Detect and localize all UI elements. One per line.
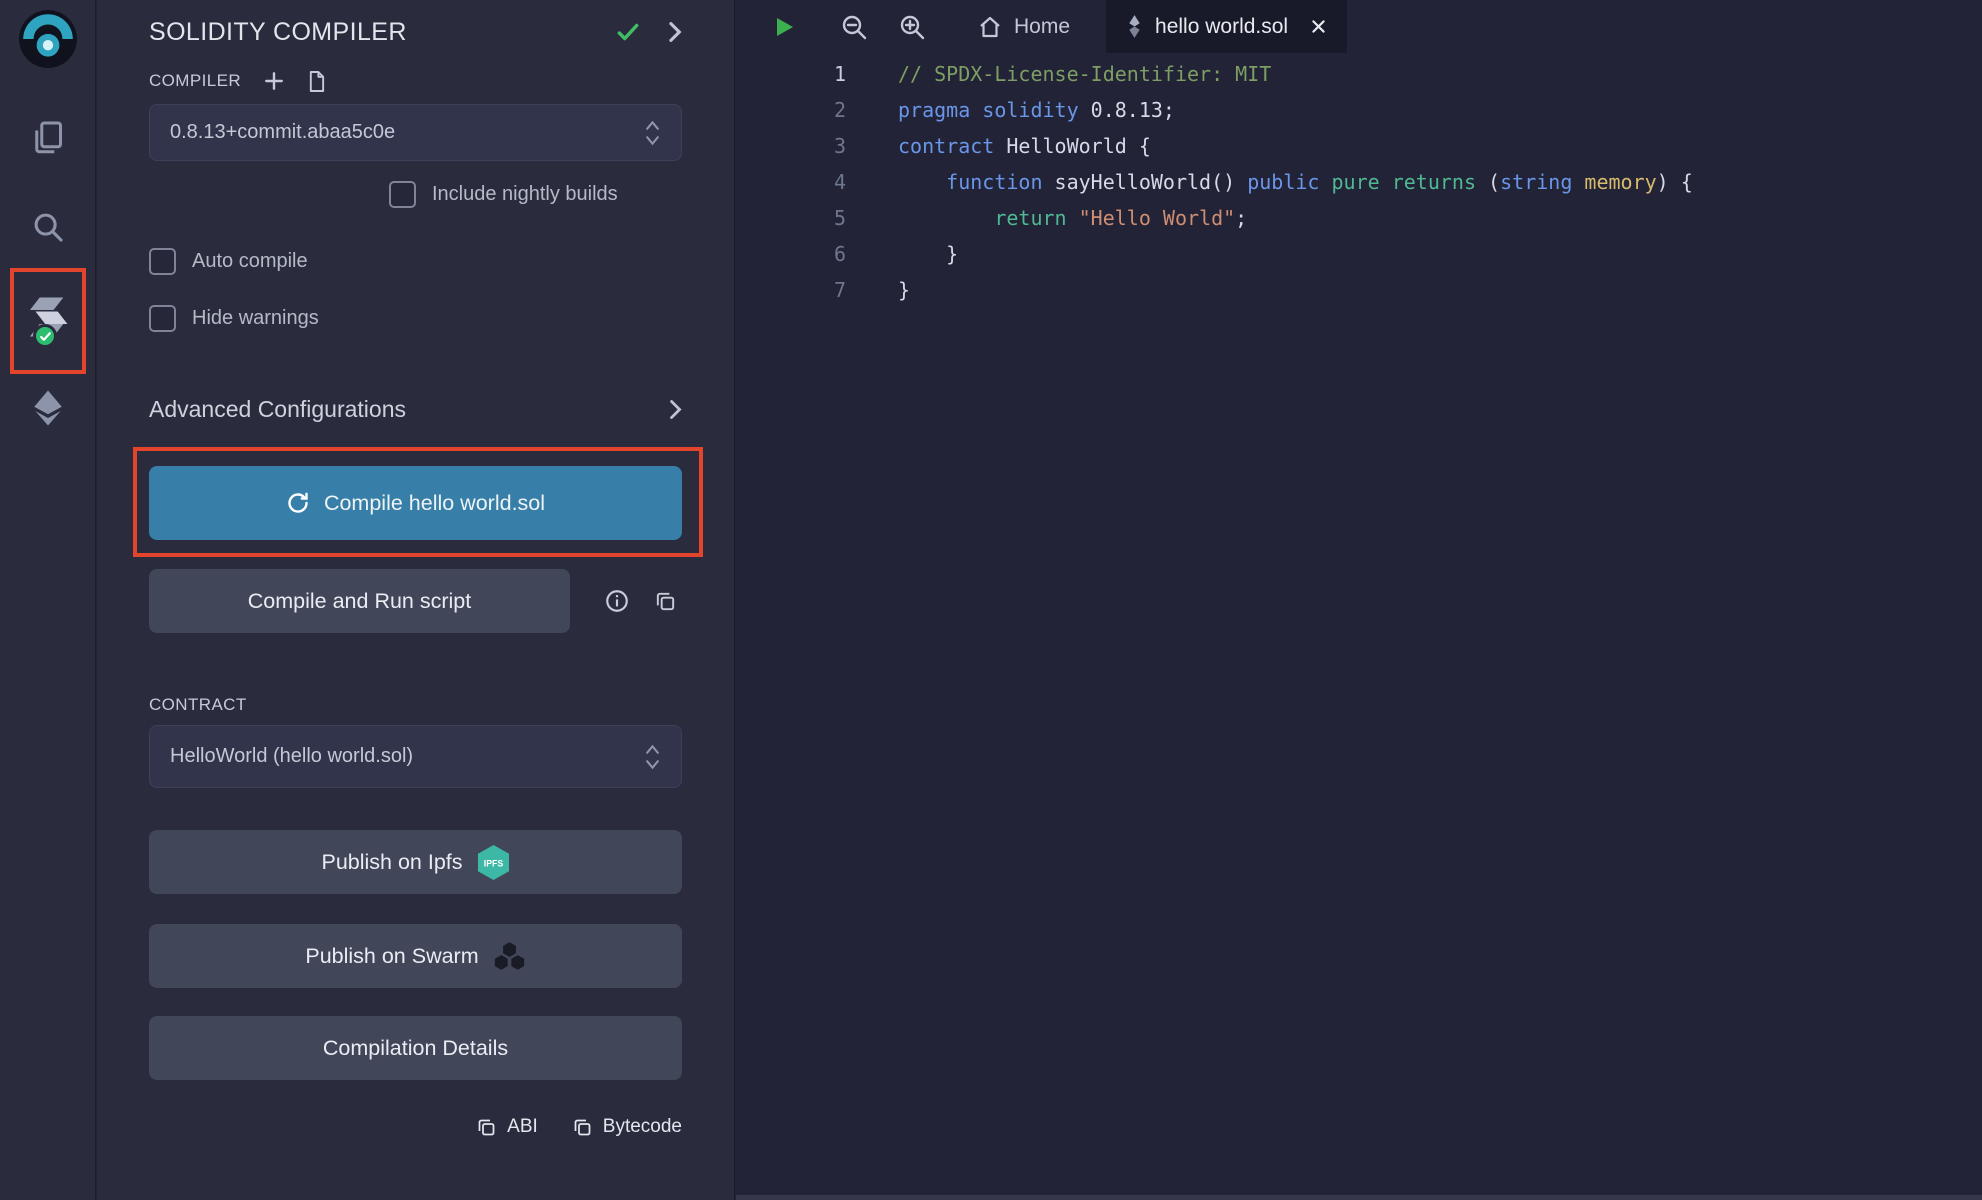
code-line[interactable]: 3contract HelloWorld { [736, 128, 1982, 164]
remix-ide-window: SOLIDITY COMPILER COMPILER 0.8.13+comm [0, 0, 1982, 1200]
home-icon [978, 15, 1002, 39]
panel-header: SOLIDITY COMPILER [149, 0, 682, 52]
hide-warnings-checkbox[interactable]: Hide warnings [149, 305, 682, 332]
advanced-configurations-label: Advanced Configurations [149, 396, 406, 423]
compile-success-badge [33, 324, 57, 348]
code-line[interactable]: 5 return "Hello World"; [736, 200, 1982, 236]
file-explorer-icon[interactable] [0, 118, 96, 158]
checkbox-box [389, 181, 416, 208]
zoom-in-icon[interactable] [898, 13, 926, 41]
search-icon[interactable] [0, 208, 96, 246]
publish-swarm-label: Publish on Swarm [305, 944, 478, 969]
copy-bytecode-button[interactable]: Bytecode [572, 1116, 682, 1138]
code-line-content: function sayHelloWorld() public pure ret… [846, 164, 1693, 200]
panel-title: SOLIDITY COMPILER [149, 18, 615, 47]
bytecode-label: Bytecode [603, 1116, 682, 1138]
line-number: 5 [736, 200, 846, 236]
code-line-content: // SPDX-License-Identifier: MIT [846, 56, 1271, 92]
code-line-content: } [846, 272, 910, 308]
compile-button[interactable]: Compile hello world.sol [149, 466, 682, 540]
line-number: 1 [736, 56, 846, 92]
compile-run-row: Compile and Run script [149, 569, 682, 633]
code-line[interactable]: 2pragma solidity 0.8.13; [736, 92, 1982, 128]
code-line-content: return "Hello World"; [846, 200, 1247, 236]
info-icon[interactable] [604, 588, 630, 614]
solidity-file-icon [1126, 14, 1143, 39]
tab-file-label: hello world.sol [1155, 15, 1288, 39]
checkbox-box [149, 248, 176, 275]
abi-bytecode-row: ABI Bytecode [149, 1116, 682, 1138]
compiler-version-value: 0.8.13+commit.abaa5c0e [170, 121, 395, 144]
code-lines: 1// SPDX-License-Identifier: MIT2pragma … [736, 56, 1982, 308]
compiler-version-select[interactable]: 0.8.13+commit.abaa5c0e [149, 104, 682, 161]
run-script-play-icon[interactable] [772, 14, 796, 40]
publish-ipfs-label: Publish on Ipfs [321, 850, 462, 875]
copy-icon[interactable] [654, 590, 677, 613]
select-caret-icon [644, 118, 661, 148]
advanced-configurations-toggle[interactable]: Advanced Configurations [149, 396, 682, 423]
line-number: 3 [736, 128, 846, 164]
solidity-compiler-panel: SOLIDITY COMPILER COMPILER 0.8.13+comm [97, 0, 735, 1200]
compile-and-run-label: Compile and Run script [248, 589, 471, 614]
include-nightly-checkbox[interactable]: Include nightly builds [389, 181, 682, 208]
copy-abi-button[interactable]: ABI [476, 1116, 538, 1138]
code-line[interactable]: 1// SPDX-License-Identifier: MIT [736, 56, 1982, 92]
terminal-resize-handle[interactable] [736, 1195, 1982, 1200]
code-line[interactable]: 7} [736, 272, 1982, 308]
compile-button-label: Compile hello world.sol [324, 491, 545, 516]
checkbox-label: Include nightly builds [432, 183, 618, 206]
contract-section-label: CONTRACT [149, 695, 682, 715]
code-line-content: pragma solidity 0.8.13; [846, 92, 1175, 128]
code-line[interactable]: 4 function sayHelloWorld() public pure r… [736, 164, 1982, 200]
compiler-section-label: COMPILER [149, 71, 241, 91]
code-line-content: } [846, 236, 958, 272]
compile-and-run-button[interactable]: Compile and Run script [149, 569, 570, 633]
deploy-run-icon[interactable] [0, 388, 96, 428]
tab-close-icon[interactable] [1310, 18, 1327, 35]
checkbox-label: Hide warnings [192, 307, 319, 330]
refresh-icon [286, 491, 310, 515]
solidity-compiler-icon[interactable] [0, 292, 96, 342]
svg-text:IPFS: IPFS [483, 858, 503, 868]
compiler-license-icon[interactable] [307, 70, 326, 93]
line-number: 4 [736, 164, 846, 200]
tab-home[interactable]: Home [960, 0, 1088, 53]
compile-ok-check-icon [615, 19, 641, 45]
annotation-highlight-compile-button: Compile hello world.sol [133, 447, 703, 557]
select-caret-icon [644, 742, 661, 772]
contract-select-value: HelloWorld (hello world.sol) [170, 745, 413, 768]
editor-area: Home hello world.sol 1// SPDX-License-Id… [736, 0, 1982, 1200]
remix-logo [17, 8, 79, 70]
auto-compile-checkbox[interactable]: Auto compile [149, 248, 682, 275]
zoom-out-icon[interactable] [840, 13, 868, 41]
chevron-right-icon [668, 398, 682, 421]
add-compiler-icon[interactable] [263, 70, 285, 92]
panel-collapse-chevron-icon[interactable] [667, 20, 682, 44]
activity-bar [0, 0, 96, 1200]
tab-home-label: Home [1014, 15, 1070, 39]
compiler-section-header: COMPILER [149, 68, 682, 94]
publish-swarm-button[interactable]: Publish on Swarm [149, 924, 682, 988]
ipfs-icon: IPFS [477, 844, 510, 881]
publish-ipfs-button[interactable]: Publish on Ipfs IPFS [149, 830, 682, 894]
solidity-compiler-icon-wrap [23, 292, 73, 342]
code-editor[interactable]: 1// SPDX-License-Identifier: MIT2pragma … [736, 53, 1982, 308]
swarm-icon [493, 941, 526, 971]
remix-logo-icon[interactable] [0, 8, 96, 70]
compilation-details-label: Compilation Details [323, 1036, 508, 1061]
tab-hello-world-sol[interactable]: hello world.sol [1106, 0, 1347, 53]
line-number: 2 [736, 92, 846, 128]
copy-icon [476, 1117, 497, 1138]
abi-label: ABI [507, 1116, 538, 1138]
copy-icon [572, 1117, 593, 1138]
code-line-content: contract HelloWorld { [846, 128, 1151, 164]
contract-select[interactable]: HelloWorld (hello world.sol) [149, 725, 682, 788]
editor-tab-strip: Home hello world.sol [736, 0, 1982, 53]
code-line[interactable]: 6 } [736, 236, 1982, 272]
compilation-details-button[interactable]: Compilation Details [149, 1016, 682, 1080]
line-number: 6 [736, 236, 846, 272]
checkbox-label: Auto compile [192, 250, 308, 273]
checkbox-box [149, 305, 176, 332]
line-number: 7 [736, 272, 846, 308]
